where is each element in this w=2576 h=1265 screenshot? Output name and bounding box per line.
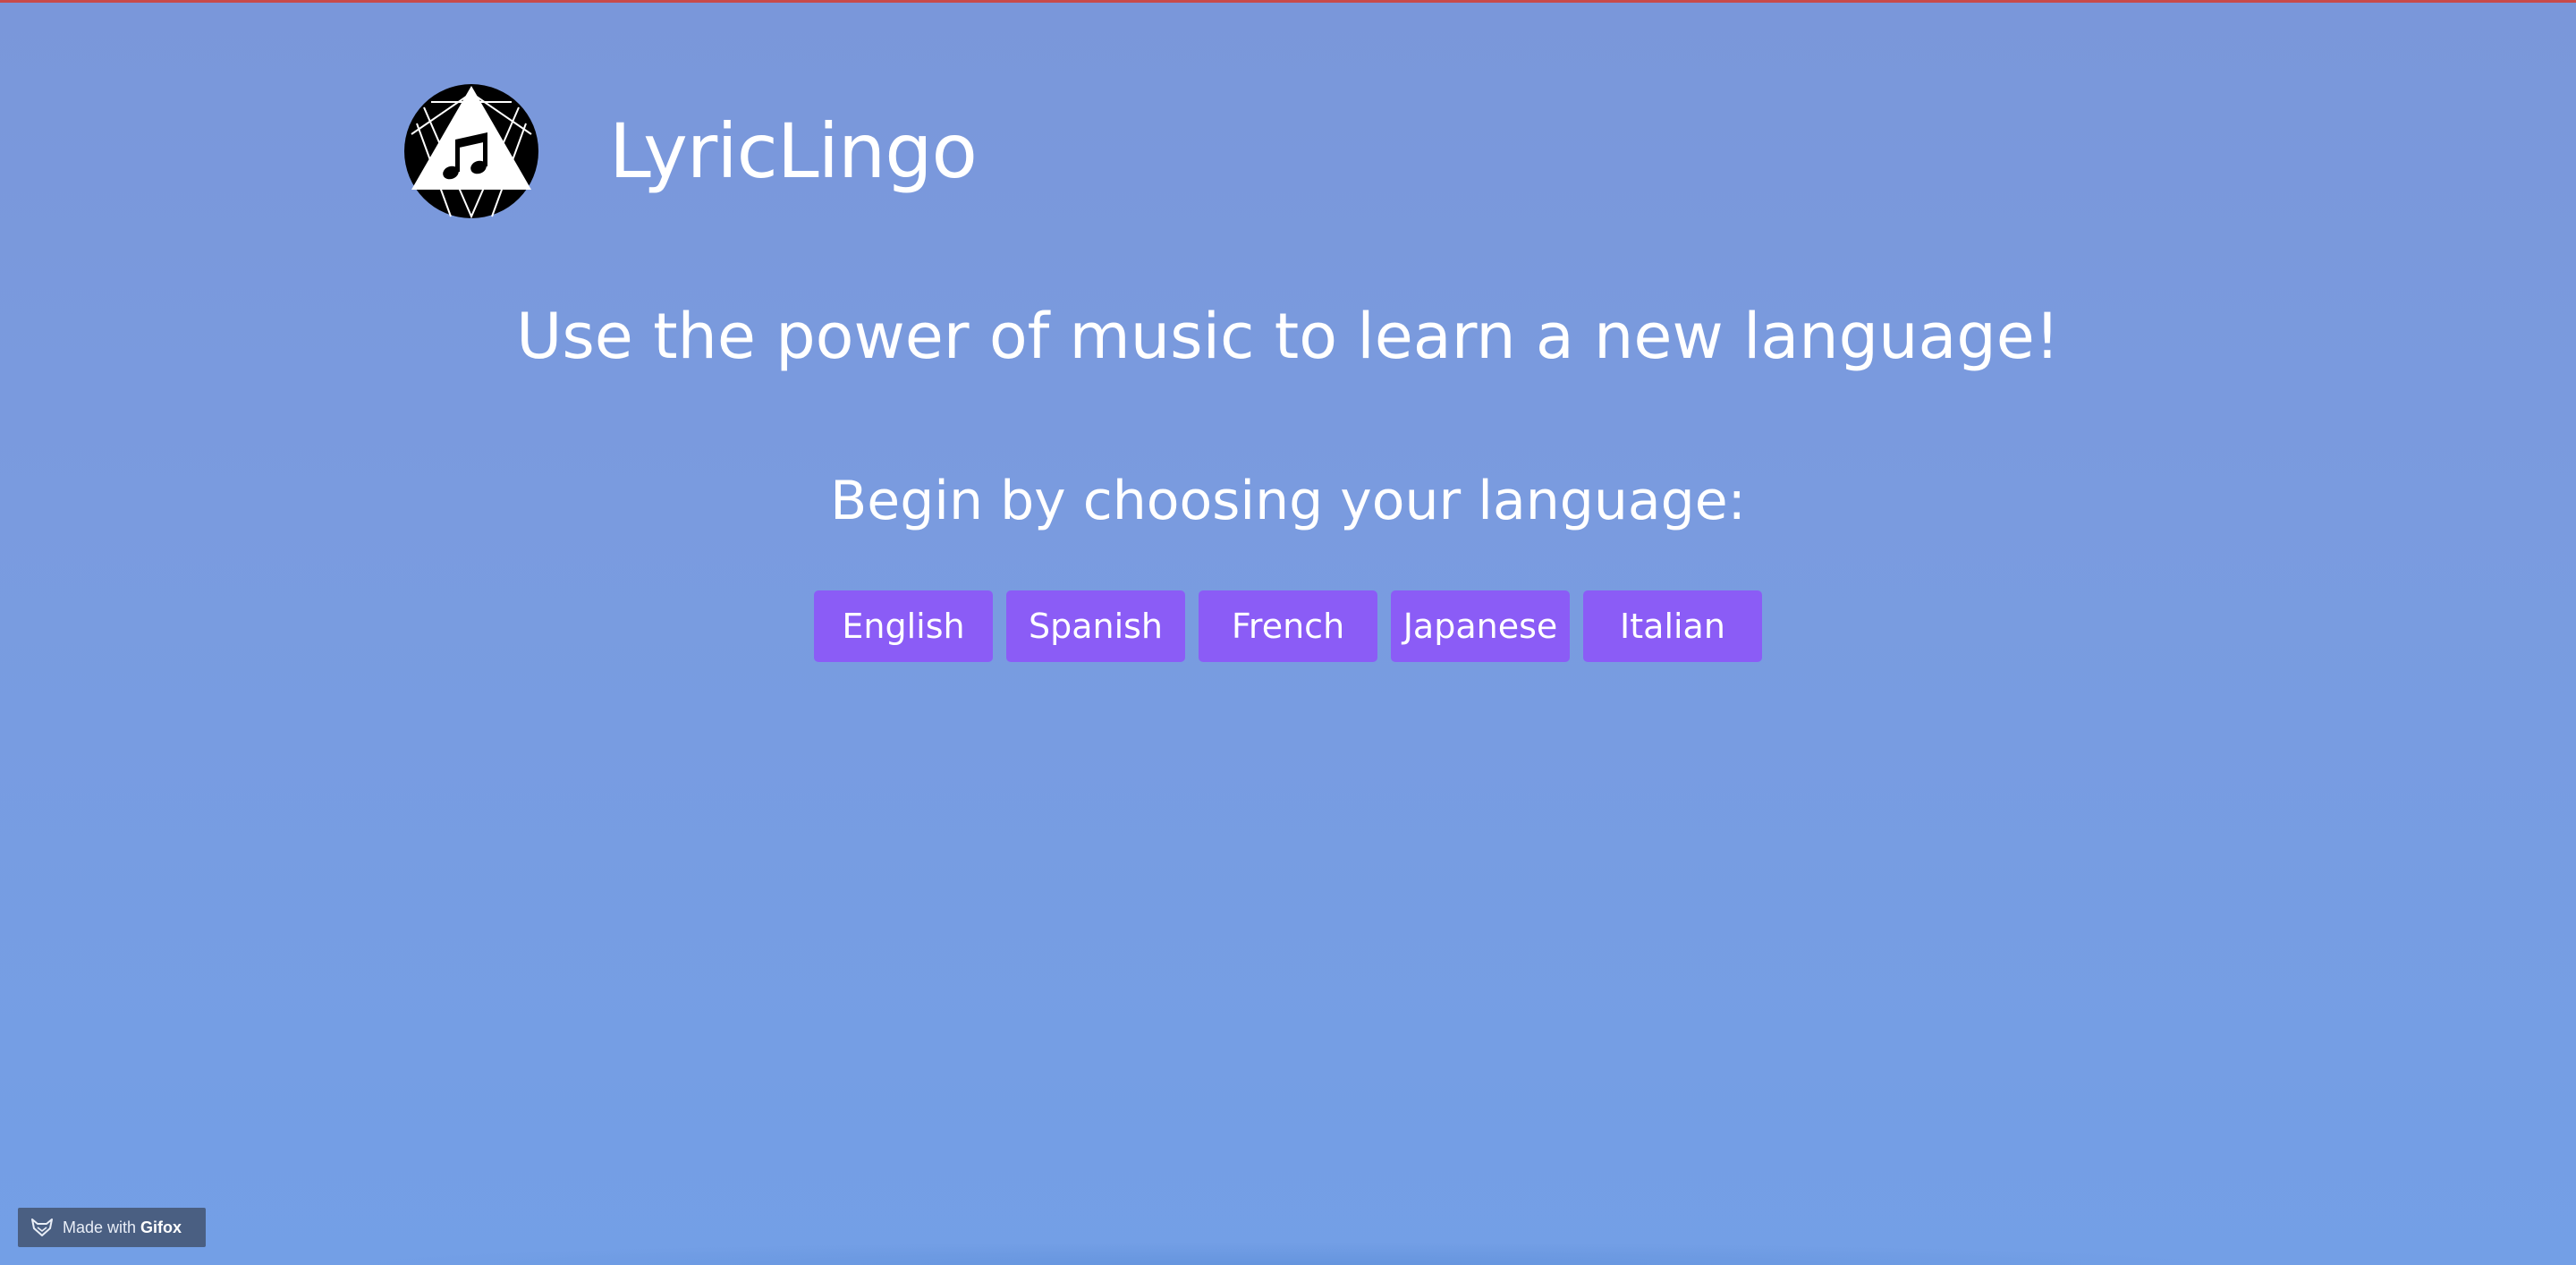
language-prompt: Begin by choosing your language: bbox=[830, 470, 1746, 532]
badge-text: Made with bbox=[63, 1218, 137, 1236]
gifox-badge[interactable]: Made with Gifox bbox=[18, 1208, 206, 1247]
language-button-group: English Spanish French Japanese Italian bbox=[814, 590, 1762, 662]
tagline: Use the power of music to learn a new la… bbox=[516, 300, 2060, 373]
language-button-japanese[interactable]: Japanese bbox=[1391, 590, 1570, 662]
site-header: LyricLingo bbox=[404, 84, 978, 218]
language-button-italian[interactable]: Italian bbox=[1583, 590, 1762, 662]
fox-icon bbox=[31, 1218, 53, 1236]
site-title: LyricLingo bbox=[609, 107, 978, 195]
music-note-triangle-icon bbox=[404, 84, 538, 218]
bottom-shadow bbox=[340, 1242, 2236, 1265]
language-button-spanish[interactable]: Spanish bbox=[1006, 590, 1185, 662]
logo[interactable] bbox=[404, 84, 538, 218]
language-button-french[interactable]: French bbox=[1199, 590, 1377, 662]
top-border bbox=[0, 0, 2576, 3]
language-button-english[interactable]: English bbox=[814, 590, 993, 662]
badge-brand: Gifox bbox=[140, 1218, 182, 1236]
